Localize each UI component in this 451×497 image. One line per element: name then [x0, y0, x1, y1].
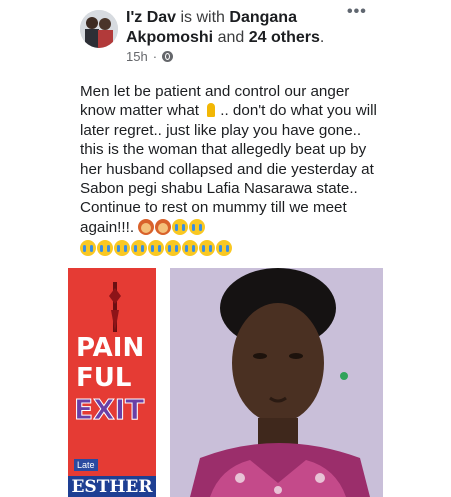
author-name[interactable]: I'z Dav: [126, 9, 176, 26]
crying-face-icon: [148, 240, 164, 257]
crying-face-icon: [114, 240, 130, 257]
poster-name: ESTHER: [68, 476, 156, 497]
author-avatar[interactable]: [80, 10, 118, 48]
crying-face-icon: [182, 240, 198, 257]
poster-line2: FUL: [76, 363, 132, 393]
meta-dot: ·: [152, 49, 158, 64]
poster-line1: PAIN: [76, 333, 145, 363]
crying-face-icon: [131, 240, 147, 257]
others-link[interactable]: 24 others: [249, 29, 320, 46]
more-options-icon[interactable]: •••: [347, 4, 373, 22]
emoji-row: [80, 239, 380, 258]
crying-face-icon: [80, 240, 96, 257]
crying-face-icon: [97, 240, 113, 257]
with-text: is with: [180, 9, 225, 26]
portrait-photo[interactable]: [170, 268, 383, 497]
author-line: I'z Dav is with Dangana Akpomoshi and 24…: [126, 8, 366, 48]
woman-emoji-icon: [138, 218, 155, 235]
and-text: and: [217, 29, 245, 46]
poster-line3: EXIT: [74, 393, 144, 426]
crying-face-icon: [165, 240, 181, 257]
praying-hands-icon: [203, 102, 219, 118]
post-header: I'z Dav is with Dangana Akpomoshi and 24…: [0, 0, 451, 70]
post-text-part2: .. don't do what you will later regret..…: [80, 102, 377, 236]
ribbon-icon: [109, 282, 121, 332]
post-meta: 15h ·: [126, 49, 174, 64]
period-text: .: [319, 29, 325, 46]
crying-face-icon: [216, 240, 232, 257]
crying-face-icon: [189, 218, 206, 235]
late-label: Late: [74, 459, 98, 471]
poster-exit-block: EXIT: [72, 390, 156, 427]
post-text: Men let be patient and control our anger…: [80, 82, 380, 259]
post-time[interactable]: 15h: [126, 49, 148, 64]
crying-face-icon: [172, 218, 189, 235]
globe-icon: [162, 51, 174, 62]
woman-emoji-icon: [155, 218, 172, 235]
memorial-poster[interactable]: PAIN FUL EXIT Late ESTHER: [68, 268, 156, 497]
crying-face-icon: [199, 240, 215, 257]
